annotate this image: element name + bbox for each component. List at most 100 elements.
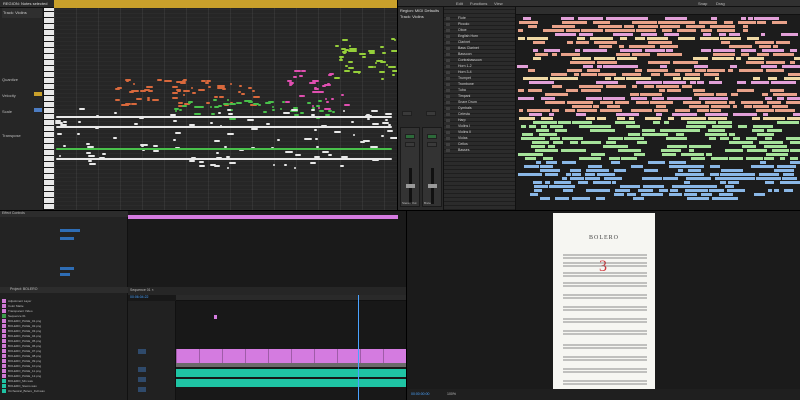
midi-region[interactable] [574,49,580,52]
solo-button-2[interactable] [427,142,437,147]
midi-region[interactable] [550,77,570,80]
midi-note[interactable] [152,145,158,148]
midi-note[interactable] [311,104,315,107]
midi-note[interactable] [335,45,339,48]
midi-note[interactable] [271,105,275,108]
midi-region[interactable] [561,149,587,152]
midi-region[interactable] [673,21,682,24]
midi-note[interactable] [342,38,349,41]
midi-region[interactable] [622,73,642,76]
midi-region[interactable] [783,77,800,80]
midi-note[interactable] [147,98,150,101]
midi-region[interactable] [610,161,620,164]
midi-region[interactable] [518,109,523,112]
midi-region[interactable] [603,97,619,100]
midi-region[interactable] [565,173,572,176]
midi-region[interactable] [612,33,634,36]
midi-region[interactable] [782,177,798,180]
midi-note[interactable] [339,57,342,60]
volume-fader-2[interactable] [428,184,437,188]
midi-region[interactable] [741,53,750,56]
midi-region[interactable] [729,133,735,136]
midi-region[interactable] [737,81,746,84]
track-mute-button[interactable] [446,71,450,74]
midi-region[interactable] [551,85,563,88]
midi-note[interactable] [390,38,395,41]
midi-note[interactable] [190,87,194,90]
project-item[interactable]: BOLERO_PAGE_01.png [2,319,124,323]
param-value-2[interactable] [60,237,74,240]
midi-region[interactable] [772,93,797,96]
zoom-level[interactable]: 100% [447,392,456,397]
midi-region[interactable] [707,129,726,132]
midi-note[interactable] [88,160,92,163]
midi-region[interactable] [781,33,798,36]
project-item[interactable]: Adjustment Layer [2,299,124,303]
midi-note[interactable] [348,66,355,69]
midi-note[interactable] [258,104,261,107]
sequence-timecode[interactable]: 00:06:04:22 [130,295,149,300]
midi-region[interactable] [733,113,758,116]
midi-note[interactable] [218,95,224,98]
midi-region[interactable] [788,73,800,76]
midi-region[interactable] [618,29,635,32]
midi-region[interactable] [529,125,536,128]
midi-region[interactable] [776,97,785,100]
midi-region[interactable] [693,89,706,92]
midi-region[interactable] [728,33,741,36]
midi-region[interactable] [720,169,744,172]
midi-region[interactable] [699,97,720,100]
midi-note[interactable] [215,151,220,154]
midi-note[interactable] [146,86,153,89]
midi-region[interactable] [577,17,603,20]
track-name[interactable]: Harp [458,118,466,123]
midi-note[interactable] [332,111,336,114]
midi-note[interactable] [205,81,209,84]
midi-region[interactable] [715,177,733,180]
midi-region[interactable] [596,81,618,84]
midi-note[interactable] [362,140,370,143]
midi-region[interactable] [704,113,728,116]
midi-note[interactable] [313,87,320,90]
track-name[interactable]: Violins II [458,130,471,135]
midi-region[interactable] [688,149,695,152]
midi-note[interactable] [386,130,394,133]
midi-note[interactable] [227,112,234,115]
midi-region[interactable] [659,89,665,92]
midi-region[interactable] [752,129,765,132]
midi-region[interactable] [687,169,701,172]
midi-region[interactable] [593,57,616,60]
midi-region[interactable] [544,173,559,176]
midi-note[interactable] [362,55,367,58]
midi-note[interactable] [223,102,229,105]
midi-region[interactable] [685,189,708,192]
midi-region[interactable] [790,157,799,160]
midi-region[interactable] [613,77,625,80]
midi-region[interactable] [697,173,704,176]
track-mute-button[interactable] [446,107,450,110]
midi-note[interactable] [212,99,218,102]
midi-region[interactable] [725,149,744,152]
midi-region[interactable] [620,37,627,40]
midi-region[interactable] [684,193,698,196]
midi-region[interactable] [552,109,560,112]
midi-region[interactable] [660,149,681,152]
track-name[interactable]: Snare Drum [458,100,477,105]
midi-note[interactable] [209,105,212,108]
midi-region[interactable] [572,57,592,60]
midi-region[interactable] [570,77,579,80]
midi-note[interactable] [285,151,293,154]
tab-effect-controls[interactable]: Effect Controls [2,211,25,216]
midi-region[interactable] [517,97,534,100]
midi-region[interactable] [686,129,692,132]
midi-region[interactable] [580,89,602,92]
midi-region[interactable] [583,49,607,52]
midi-region[interactable] [763,157,775,160]
midi-region[interactable] [633,153,646,156]
midi-region[interactable] [541,125,547,128]
midi-region[interactable] [793,57,800,60]
midi-region[interactable] [596,61,618,64]
midi-note[interactable] [194,112,202,115]
midi-region[interactable] [694,93,715,96]
midi-note[interactable] [392,73,396,76]
